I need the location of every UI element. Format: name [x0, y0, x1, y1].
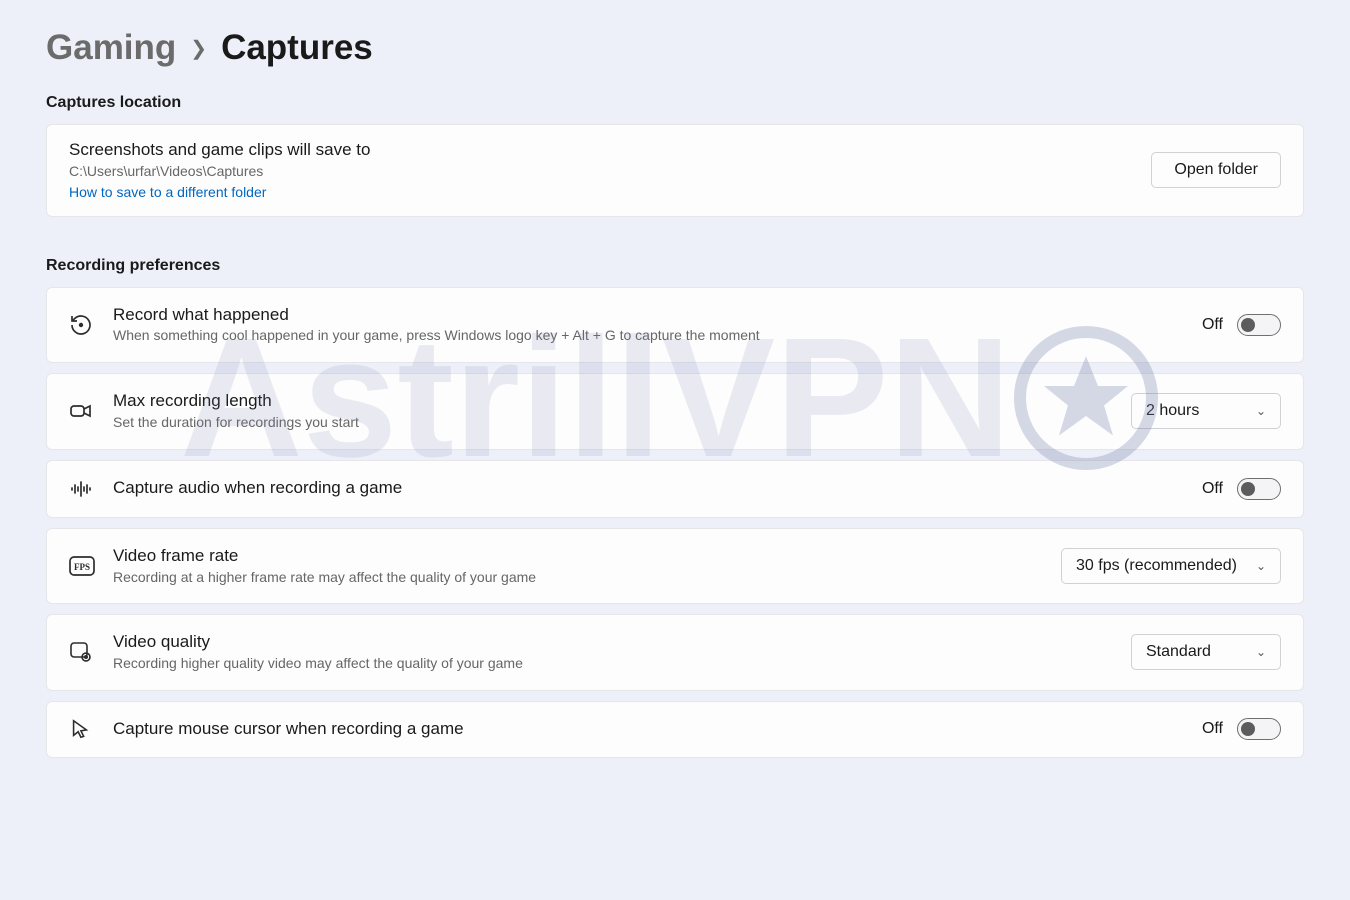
chevron-right-icon: ❯: [190, 36, 207, 61]
location-path: C:\Users\urfar\Videos\Captures: [69, 162, 1151, 182]
how-to-save-link[interactable]: How to save to a different folder: [69, 184, 266, 200]
location-title: Screenshots and game clips will save to: [69, 139, 1151, 162]
capture-cursor-row: Capture mouse cursor when recording a ga…: [46, 701, 1304, 758]
video-camera-icon: [69, 399, 113, 423]
setting-sub: When something cool happened in your gam…: [113, 326, 1202, 346]
film-gear-icon: [69, 640, 113, 664]
chevron-down-icon: ⌄: [1256, 559, 1266, 573]
setting-title: Record what happened: [113, 304, 1202, 327]
capture-audio-toggle[interactable]: [1237, 478, 1281, 500]
breadcrumb: Gaming ❯ Captures: [46, 28, 1304, 68]
section-heading-location: Captures location: [46, 94, 1304, 112]
setting-title: Max recording length: [113, 390, 1131, 413]
chevron-down-icon: ⌄: [1256, 404, 1266, 418]
record-what-happened-row: Record what happened When something cool…: [46, 287, 1304, 364]
setting-title: Capture mouse cursor when recording a ga…: [113, 718, 1202, 741]
cursor-icon: [69, 718, 113, 740]
capture-cursor-toggle[interactable]: [1237, 718, 1281, 740]
video-quality-row: Video quality Recording higher quality v…: [46, 614, 1304, 691]
max-recording-length-row: Max recording length Set the duration fo…: [46, 373, 1304, 450]
setting-sub: Recording at a higher frame rate may aff…: [113, 568, 1061, 588]
breadcrumb-parent[interactable]: Gaming: [46, 28, 176, 68]
setting-sub: Set the duration for recordings you star…: [113, 413, 1131, 433]
setting-title: Capture audio when recording a game: [113, 477, 1202, 500]
toggle-state-label: Off: [1202, 720, 1223, 738]
svg-text:FPS: FPS: [74, 562, 90, 572]
setting-sub: Recording higher quality video may affec…: [113, 654, 1131, 674]
capture-audio-row: Capture audio when recording a game Off: [46, 460, 1304, 518]
video-frame-rate-row: FPS Video frame rate Recording at a high…: [46, 528, 1304, 605]
frame-rate-dropdown[interactable]: 30 fps (recommended) ⌄: [1061, 548, 1281, 584]
dropdown-value: 30 fps (recommended): [1076, 557, 1237, 575]
setting-title: Video frame rate: [113, 545, 1061, 568]
max-length-dropdown[interactable]: 2 hours ⌄: [1131, 393, 1281, 429]
page-title: Captures: [221, 28, 373, 68]
dropdown-value: Standard: [1146, 643, 1211, 661]
audio-wave-icon: [69, 477, 113, 501]
video-quality-dropdown[interactable]: Standard ⌄: [1131, 634, 1281, 670]
chevron-down-icon: ⌄: [1256, 645, 1266, 659]
record-what-happened-toggle[interactable]: [1237, 314, 1281, 336]
setting-title: Video quality: [113, 631, 1131, 654]
dropdown-value: 2 hours: [1146, 402, 1199, 420]
captures-location-card: Screenshots and game clips will save to …: [46, 124, 1304, 217]
fps-icon: FPS: [69, 556, 113, 576]
history-icon: [69, 313, 113, 337]
toggle-state-label: Off: [1202, 316, 1223, 334]
toggle-state-label: Off: [1202, 480, 1223, 498]
section-heading-recording: Recording preferences: [46, 257, 1304, 275]
open-folder-button[interactable]: Open folder: [1151, 152, 1281, 188]
